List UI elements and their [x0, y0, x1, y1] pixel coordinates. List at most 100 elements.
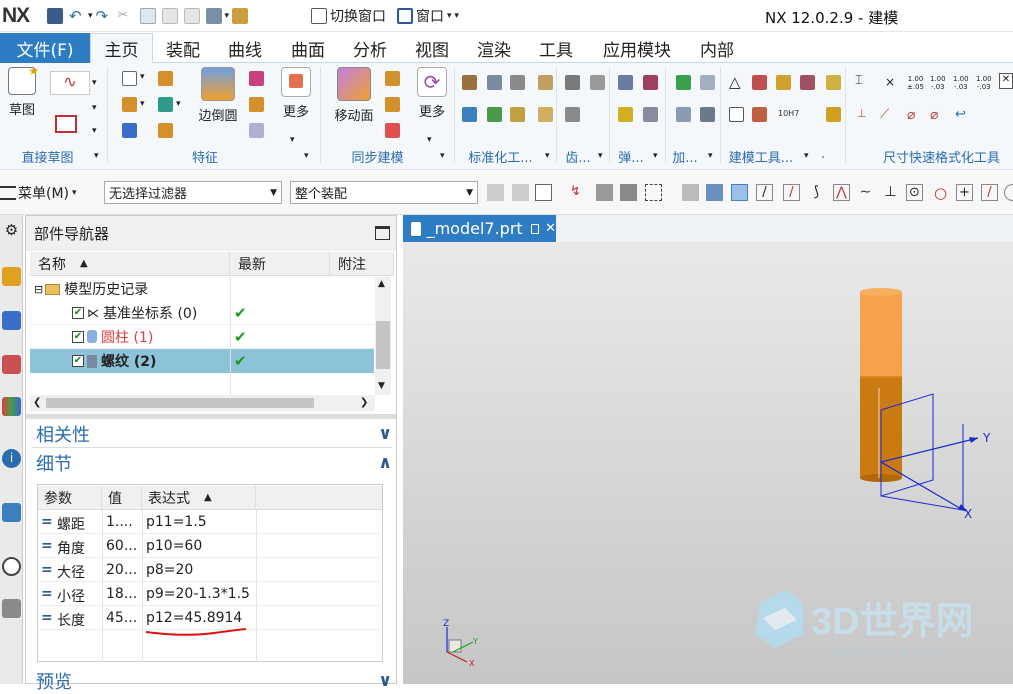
- sketch-more-dropdown-icon[interactable]: ▾: [92, 103, 97, 113]
- redo-icon[interactable]: ↷: [96, 8, 112, 24]
- constraint-navigator-icon[interactable]: [2, 311, 21, 330]
- offset-region-icon[interactable]: [385, 97, 400, 112]
- tab-curve[interactable]: 曲线: [220, 33, 270, 63]
- selection-scope-select[interactable]: 整个装配 ▼: [290, 181, 478, 204]
- dim-format-undo-icon[interactable]: ↩: [955, 107, 966, 122]
- edge-blend-button[interactable]: 边倒圆: [193, 67, 243, 124]
- reuse-library-icon[interactable]: [2, 397, 21, 416]
- snap-point-icon[interactable]: [731, 184, 748, 201]
- machining-4-icon[interactable]: [700, 107, 715, 122]
- standard-part-4-icon[interactable]: [538, 75, 553, 90]
- standardization-dropdown-icon[interactable]: ▾: [545, 151, 550, 161]
- model-view[interactable]: Y X Z X Y 3D世界网 WWW.3DSJW.COM: [403, 242, 1013, 684]
- standard-part-7-icon[interactable]: [510, 107, 525, 122]
- spring-dropdown-icon[interactable]: ▾: [653, 151, 658, 161]
- dim-format-4-icon[interactable]: 1.00 -.03: [953, 75, 969, 91]
- dim-format-6-icon[interactable]: ⊥: [857, 107, 867, 120]
- tree-root[interactable]: ⊟ 模型历史记录: [34, 277, 378, 301]
- more-feature-button[interactable]: 更多: [276, 67, 316, 120]
- maximize-icon[interactable]: [375, 226, 390, 240]
- graphics-window[interactable]: Y X Z X Y 3D世界网 WWW.3DSJW.COM: [403, 242, 1013, 684]
- column-name[interactable]: 名称 ▲: [30, 252, 230, 276]
- scroll-down-icon[interactable]: ▼: [378, 381, 385, 391]
- snap-existing-point-icon[interactable]: +: [956, 184, 973, 201]
- details-column-param[interactable]: 参数: [38, 486, 102, 510]
- dim-format-1-icon[interactable]: ⌶: [855, 73, 863, 88]
- dim-format-7-icon[interactable]: ⟋: [880, 107, 889, 122]
- snap-perpendicular-icon[interactable]: ⊥: [882, 184, 899, 201]
- part-navigator-icon[interactable]: [2, 355, 21, 374]
- preview-section-header[interactable]: 预览 ∨: [32, 668, 392, 694]
- filter-7-icon[interactable]: [682, 184, 699, 201]
- details-row[interactable]: = 角度 60... p10=60: [37, 534, 383, 558]
- undo-dropdown-icon[interactable]: ▾: [88, 11, 93, 21]
- undock-icon[interactable]: [530, 223, 540, 234]
- draft-icon[interactable]: [249, 97, 264, 112]
- snap-edge-icon[interactable]: /: [783, 184, 800, 201]
- scroll-thumb[interactable]: [46, 398, 314, 408]
- column-note[interactable]: 附注: [330, 252, 394, 276]
- boolean-dropdown-icon[interactable]: ▾: [140, 99, 145, 109]
- info-icon[interactable]: i: [2, 449, 21, 468]
- filter-2-icon[interactable]: [512, 184, 529, 201]
- standard-part-5-icon[interactable]: [462, 107, 477, 122]
- roles-icon[interactable]: [2, 599, 21, 618]
- tab-view[interactable]: 视图: [407, 33, 457, 63]
- collapse-icon[interactable]: ∧: [378, 453, 392, 473]
- scroll-thumb[interactable]: [376, 321, 390, 369]
- boolean-icon[interactable]: [122, 97, 137, 112]
- machining-2-icon[interactable]: [700, 75, 715, 90]
- standard-part-1-icon[interactable]: [462, 75, 477, 90]
- filter-1-icon[interactable]: [487, 184, 504, 201]
- dim-format-5-icon[interactable]: 1.00 -.03: [976, 75, 992, 91]
- sync-dropdown-icon[interactable]: ▾: [440, 151, 445, 161]
- tab-surface[interactable]: 曲面: [283, 33, 333, 63]
- standard-part-3-icon[interactable]: [510, 75, 525, 90]
- details-column-value[interactable]: 值: [102, 486, 142, 510]
- sketch-curve-dropdown-icon[interactable]: ▾: [92, 78, 97, 88]
- gear-icon[interactable]: ⚙: [2, 221, 21, 240]
- spring-1-icon[interactable]: [618, 75, 633, 90]
- splitter[interactable]: [26, 414, 396, 419]
- close-icon[interactable]: ✕: [545, 221, 556, 236]
- sketch-rect-dropdown-icon[interactable]: ▾: [92, 126, 97, 136]
- standard-part-2-icon[interactable]: [487, 75, 502, 90]
- tab-home[interactable]: 主页: [90, 33, 153, 64]
- chamfer-icon[interactable]: [249, 71, 264, 86]
- details-section-header[interactable]: 细节 ∧: [32, 450, 392, 476]
- dim-format-3-icon[interactable]: 1.00 -.03: [930, 75, 946, 91]
- gear-dropdown-icon[interactable]: ▾: [598, 151, 603, 161]
- horizontal-scrollbar[interactable]: ❮ ❯: [30, 395, 375, 411]
- model-tab[interactable]: _model7.prt ✕: [403, 215, 556, 242]
- triangle-icon[interactable]: △: [729, 73, 741, 91]
- snap-more-icon[interactable]: [1004, 184, 1013, 201]
- dim-format-x-icon[interactable]: ×: [885, 75, 895, 89]
- snap-curve-icon[interactable]: ⟆: [808, 184, 825, 201]
- menu-button[interactable]: 菜单(M) ▾: [0, 183, 77, 203]
- tab-applications[interactable]: 应用模块: [593, 33, 681, 63]
- filter-8-icon[interactable]: [706, 184, 723, 201]
- machining-dropdown-icon[interactable]: ▾: [708, 151, 713, 161]
- datum-icon[interactable]: [158, 97, 173, 112]
- extrude-icon[interactable]: [158, 71, 173, 86]
- datum-dropdown-icon[interactable]: ▾: [176, 99, 181, 109]
- snap-quadrant-icon[interactable]: ○: [932, 184, 949, 202]
- pull-face-icon[interactable]: [385, 71, 400, 86]
- more-sync-button[interactable]: ⟳ 更多: [412, 67, 452, 120]
- dim-format-9-icon[interactable]: ⌀: [930, 107, 938, 123]
- standard-part-8-icon[interactable]: [538, 107, 553, 122]
- scroll-right-icon[interactable]: ❯: [360, 397, 368, 408]
- dim-format-clear-icon[interactable]: ✕: [999, 73, 1013, 89]
- spring-4-icon[interactable]: [643, 107, 658, 122]
- modeling-tools-dropdown-icon[interactable]: ▾: [804, 151, 809, 161]
- details-row[interactable]: = 小径 18... p9=20-1.3*1.5: [37, 582, 383, 606]
- profile-icon[interactable]: ∿: [50, 71, 90, 95]
- snap-spline-icon[interactable]: ⋀: [833, 184, 850, 201]
- trim-body-icon[interactable]: [249, 123, 264, 138]
- history-clock-icon[interactable]: [2, 557, 21, 576]
- spring-2-icon[interactable]: [643, 75, 658, 90]
- details-row[interactable]: = 螺距 1.... p11=1.5: [37, 510, 383, 534]
- more-sync-dropdown-icon[interactable]: ▾: [427, 135, 432, 145]
- window-menu-button[interactable]: 窗口 ▾ ▾: [394, 6, 459, 26]
- move-face-button[interactable]: 移动面: [330, 67, 378, 124]
